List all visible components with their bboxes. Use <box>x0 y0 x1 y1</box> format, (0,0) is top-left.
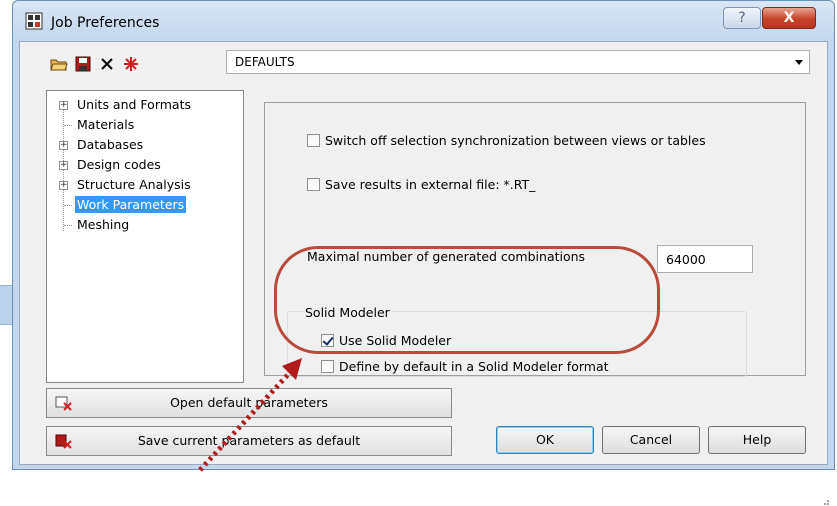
delete-icon <box>101 58 113 70</box>
tree-item-label: Units and Formats <box>77 97 191 112</box>
tree-item-label: Design codes <box>77 157 161 172</box>
save-current-parameters-button[interactable]: Save current parameters as default <box>46 426 452 456</box>
save-icon <box>75 56 91 72</box>
define-by-default-checkbox[interactable] <box>321 360 334 373</box>
expand-plus-icon[interactable]: + <box>59 101 68 110</box>
save-current-parameters-label: Save current parameters as default <box>137 433 361 448</box>
delete-button[interactable] <box>98 55 116 73</box>
preset-dropdown[interactable]: DEFAULTS <box>226 50 810 74</box>
open-folder-button[interactable] <box>50 55 68 73</box>
tree-item-units-and-formats[interactable]: + Units and Formats <box>47 95 243 115</box>
use-solid-modeler-checkbox-row[interactable]: Use Solid Modeler <box>321 333 451 348</box>
switch-off-sync-checkbox-row[interactable]: Switch off selection synchronization bet… <box>307 133 706 148</box>
tree-item-label: Databases <box>77 137 144 152</box>
tree-item-label: Meshing <box>77 217 130 232</box>
tree-item-meshing[interactable]: Meshing <box>47 215 243 235</box>
preset-dropdown-value: DEFAULTS <box>235 55 295 69</box>
tree-connector <box>64 205 72 206</box>
resize-grip-icon[interactable] <box>820 496 830 506</box>
save-defaults-icon <box>55 434 72 449</box>
preferences-tree: + Units and Formats Materials + Database… <box>46 90 244 383</box>
define-by-default-checkbox-row[interactable]: Define by default in a Solid Modeler for… <box>321 359 609 374</box>
switch-off-sync-label: Switch off selection synchronization bet… <box>325 133 706 148</box>
help-button[interactable]: Help <box>708 426 806 454</box>
cancel-button[interactable]: Cancel <box>602 426 700 454</box>
tree-item-label: Structure Analysis <box>77 177 191 192</box>
job-preferences-dialog: Job Preferences ? X DEFAULTS + Units and… <box>12 0 835 505</box>
reset-button[interactable] <box>122 55 140 73</box>
define-by-default-label: Define by default in a Solid Modeler for… <box>339 359 609 374</box>
open-defaults-icon <box>55 396 72 411</box>
save-button[interactable] <box>74 55 92 73</box>
expand-plus-icon[interactable]: + <box>59 141 68 150</box>
open-default-parameters-button[interactable]: Open default parameters <box>46 388 452 418</box>
max-combinations-input[interactable]: 64000 <box>657 245 753 273</box>
window-title: Job Preferences <box>51 15 160 31</box>
tree-item-materials[interactable]: Materials <box>47 115 243 135</box>
title-bar[interactable]: Job Preferences ? X <box>13 1 834 41</box>
solid-modeler-group-title: Solid Modeler <box>303 305 392 320</box>
save-results-label: Save results in external file: *.RT_ <box>325 177 536 192</box>
max-combinations-label: Maximal number of generated combinations <box>307 249 586 264</box>
chevron-down-icon[interactable] <box>795 60 803 65</box>
tree-item-structure-analysis[interactable]: + Structure Analysis <box>47 175 243 195</box>
dialog-body: DEFAULTS + Units and Formats Materials +… <box>19 41 829 505</box>
app-icon <box>25 12 43 30</box>
save-results-checkbox[interactable] <box>307 178 320 191</box>
tree-item-label: Work Parameters <box>75 196 187 213</box>
save-results-checkbox-row[interactable]: Save results in external file: *.RT_ <box>307 177 535 192</box>
work-parameters-panel: Switch off selection synchronization bet… <box>264 102 806 377</box>
tree-item-label: Materials <box>77 117 135 132</box>
use-solid-modeler-checkbox[interactable] <box>321 334 334 347</box>
tree-item-work-parameters[interactable]: Work Parameters <box>47 195 243 215</box>
tree-connector <box>64 225 72 226</box>
open-folder-icon <box>50 59 68 71</box>
toolbar <box>50 54 140 74</box>
switch-off-sync-checkbox[interactable] <box>307 134 320 147</box>
tree-connector <box>64 125 72 126</box>
tree-item-design-codes[interactable]: + Design codes <box>47 155 243 175</box>
use-solid-modeler-label: Use Solid Modeler <box>339 333 452 348</box>
expand-plus-icon[interactable]: + <box>59 181 68 190</box>
expand-plus-icon[interactable]: + <box>59 161 68 170</box>
title-help-button[interactable]: ? <box>723 7 761 29</box>
reset-icon <box>124 57 138 71</box>
tree-item-databases[interactable]: + Databases <box>47 135 243 155</box>
open-default-parameters-label: Open default parameters <box>170 395 328 410</box>
ok-button[interactable]: OK <box>496 426 594 454</box>
close-button[interactable]: X <box>762 7 816 29</box>
